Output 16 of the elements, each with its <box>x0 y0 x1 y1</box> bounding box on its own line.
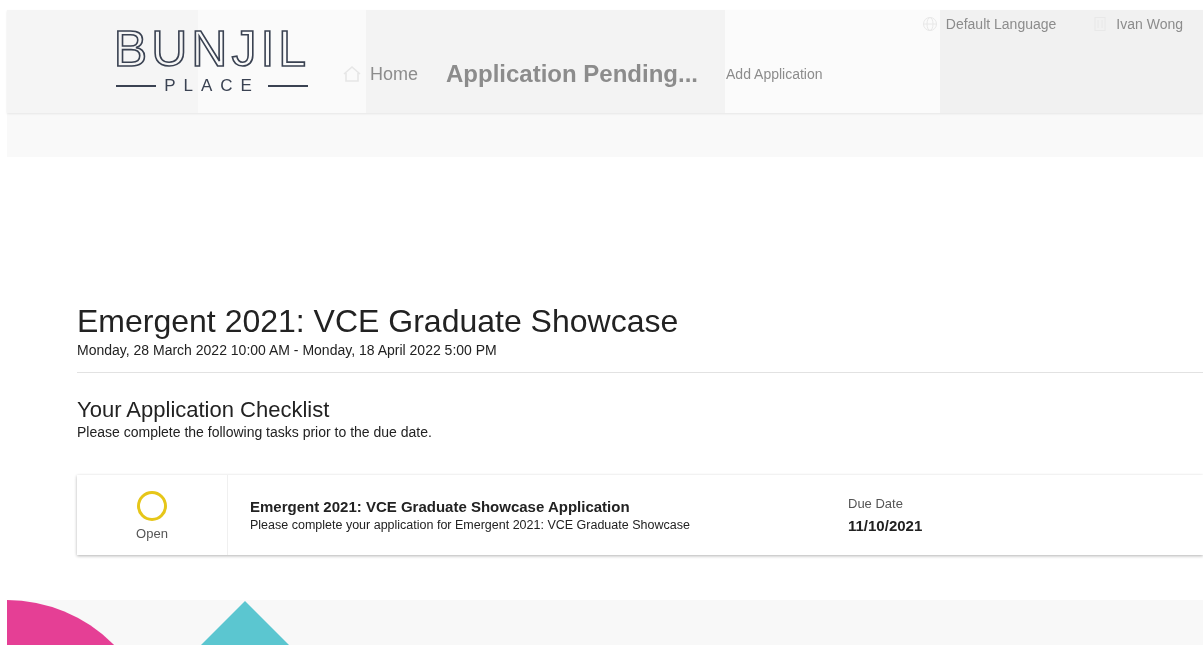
status-label: Open <box>136 525 168 541</box>
bunjil-place-logo[interactable]: BUNJIL PLACE <box>112 22 312 96</box>
checklist-heading: Your Application Checklist <box>77 397 331 423</box>
task-card[interactable]: Open Emergent 2021: VCE Graduate Showcase Application Please complete your application for Emergent 2021: VCE Graduate Showcase Due Date 11/10/2021 <box>77 475 1203 555</box>
checklist-instructions: Please complete the following tasks prior to the due date. <box>77 424 433 440</box>
event-title: Emergent 2021: VCE Graduate Showcase <box>77 303 680 340</box>
add-application-link[interactable]: Add Application <box>726 66 823 82</box>
task-title: Emergent 2021: VCE Graduate Showcase Application <box>250 498 631 515</box>
user-menu[interactable]: Ivan Wong <box>1116 16 1183 32</box>
event-dates: Monday, 28 March 2022 10:00 AM - Monday, 18 April 2022 5:00 PM <box>77 342 498 358</box>
due-date-label: Due Date <box>848 496 904 511</box>
page-title: Application Pending... <box>446 60 698 88</box>
due-date: 11/10/2021 <box>848 517 923 534</box>
language-link[interactable]: Default Language <box>945 16 1057 32</box>
task-description: Please complete your application for Emergent 2021: VCE Graduate Showcase <box>250 518 691 532</box>
home-link[interactable]: Home <box>342 63 418 85</box>
